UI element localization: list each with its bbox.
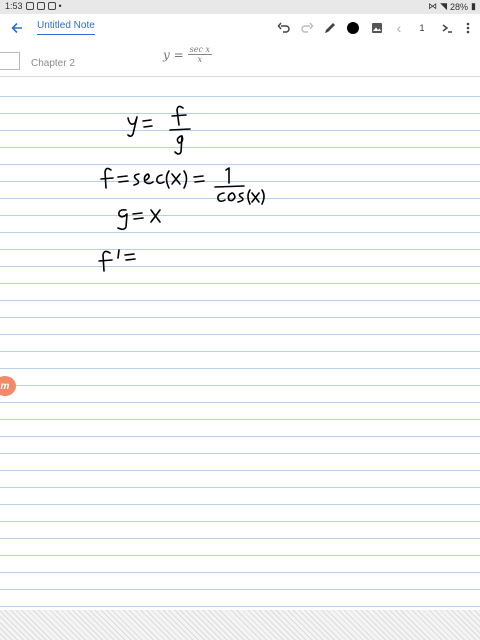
handwriting-line1 <box>127 105 191 155</box>
handwriting-line3 <box>117 209 161 231</box>
handwriting-line2 <box>100 167 265 205</box>
handwriting-canvas <box>98 105 265 272</box>
handwriting-line4 <box>98 249 136 272</box>
page-bottom-margin <box>0 610 480 640</box>
